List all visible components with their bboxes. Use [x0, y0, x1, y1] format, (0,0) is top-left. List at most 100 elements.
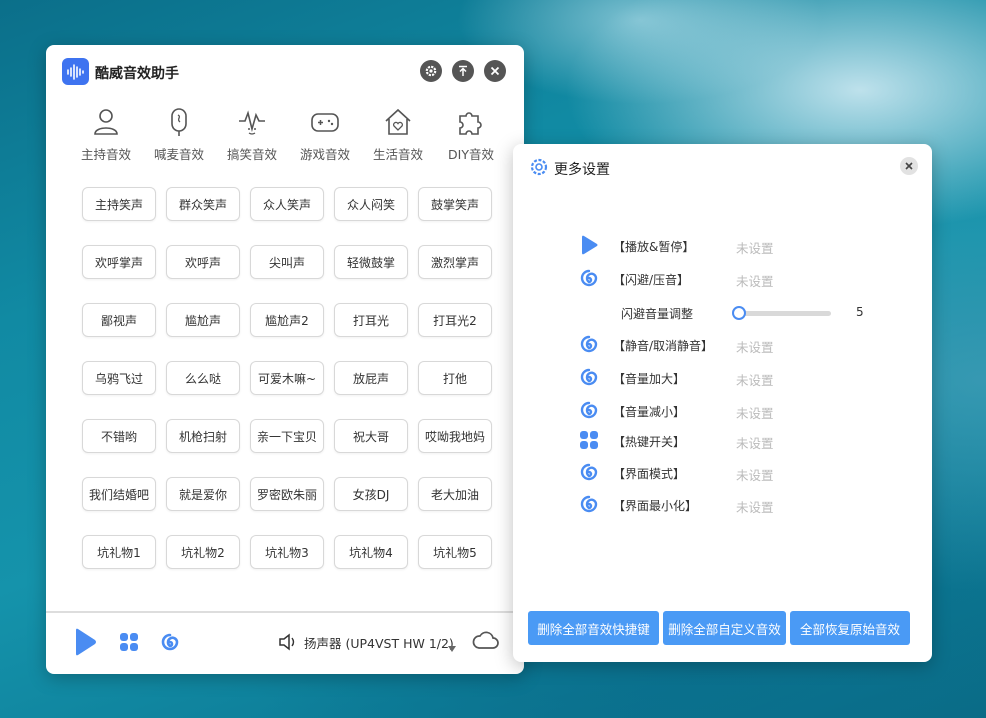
grid-icon	[580, 431, 598, 449]
close-button[interactable]	[484, 60, 506, 82]
play-icon	[582, 235, 598, 255]
setting-value[interactable]: 未设置	[736, 497, 774, 516]
setting-value[interactable]: 未设置	[736, 465, 774, 484]
sound-button[interactable]: 轻微鼓掌	[334, 245, 408, 279]
sound-button[interactable]: 不错哟	[82, 419, 156, 453]
category-shout[interactable]: 喊麦音效	[147, 107, 211, 163]
cloud-button[interactable]	[472, 629, 500, 655]
duck-volume-label: 闪避音量调整	[621, 307, 694, 321]
close-icon	[490, 66, 500, 76]
setting-row-volume-down[interactable]: 【音量减小】 未设置	[579, 400, 879, 422]
sound-button[interactable]: 乌鸦飞过	[82, 361, 156, 395]
restore-original-sounds-button[interactable]: 全部恢复原始音效	[790, 611, 910, 645]
sound-button[interactable]: 坑礼物2	[166, 535, 240, 569]
setting-row-ui-mode[interactable]: 【界面模式】 未设置	[579, 462, 879, 484]
hotkey-toggle-button[interactable]	[119, 632, 139, 656]
sound-button[interactable]: 鼓掌笑声	[418, 187, 492, 221]
gamepad-icon	[311, 113, 339, 132]
setting-label: 【音量减小】	[613, 405, 686, 419]
sound-button[interactable]: 我们结婚吧	[82, 477, 156, 511]
sound-button[interactable]: 打耳光2	[418, 303, 492, 337]
duck-volume-thumb[interactable]	[732, 306, 746, 320]
setting-label: 【播放&暂停】	[613, 240, 695, 254]
setting-row-duck[interactable]: 【闪避/压音】 未设置	[579, 268, 879, 290]
duck-volume-track[interactable]	[738, 311, 831, 316]
setting-row-play-pause[interactable]: 【播放&暂停】 未设置	[579, 235, 879, 257]
app-title: 酷威音效助手	[95, 66, 179, 82]
sound-button[interactable]: 祝大哥	[334, 419, 408, 453]
category-label: 喊麦音效	[153, 147, 204, 162]
sound-button[interactable]: 主持笑声	[82, 187, 156, 221]
sound-button[interactable]: 老大加油	[418, 477, 492, 511]
sound-button[interactable]: 机枪扫射	[166, 419, 240, 453]
arrow-up-icon	[459, 65, 467, 76]
setting-value[interactable]: 未设置	[736, 238, 774, 257]
sound-button[interactable]: 群众笑声	[166, 187, 240, 221]
sound-button[interactable]: 坑礼物4	[334, 535, 408, 569]
sound-button[interactable]: 众人笑声	[250, 187, 324, 221]
pin-top-button[interactable]	[452, 60, 474, 82]
output-device-select[interactable]: 扬声器 (UP4VST HW 1/2)	[304, 633, 454, 652]
sound-button[interactable]: 坑礼物1	[82, 535, 156, 569]
delete-all-hotkeys-button[interactable]: 删除全部音效快捷键	[528, 611, 659, 645]
sound-button[interactable]: 放屁声	[334, 361, 408, 395]
category-host[interactable]: 主持音效	[74, 107, 138, 163]
setting-label: 【热键开关】	[613, 435, 686, 449]
sound-button[interactable]: 尴尬声	[166, 303, 240, 337]
setting-value[interactable]: 未设置	[736, 433, 774, 452]
setting-label: 【音量加大】	[613, 372, 686, 386]
app-logo-icon	[62, 58, 89, 85]
home-heart-icon	[385, 108, 411, 135]
sound-button[interactable]: 尴尬声2	[250, 303, 324, 337]
category-game[interactable]: 游戏音效	[293, 107, 357, 163]
setting-row-minimize[interactable]: 【界面最小化】 未设置	[579, 494, 879, 516]
swirl-icon	[580, 335, 598, 353]
setting-row-mute[interactable]: 【静音/取消静音】 未设置	[579, 334, 879, 356]
category-label: 游戏音效	[299, 147, 350, 162]
chevron-down-icon[interactable]	[447, 638, 457, 657]
sound-button[interactable]: 么么哒	[166, 361, 240, 395]
setting-value[interactable]: 未设置	[736, 337, 774, 356]
delete-custom-sounds-button[interactable]: 删除全部自定义音效	[663, 611, 786, 645]
sound-button[interactable]: 女孩DJ	[334, 477, 408, 511]
setting-row-hotkey-toggle[interactable]: 【热键开关】 未设置	[579, 430, 879, 452]
sound-button[interactable]: 激烈掌声	[418, 245, 492, 279]
setting-value[interactable]: 未设置	[736, 271, 774, 290]
swirl-icon	[580, 495, 598, 513]
sound-button[interactable]: 坑礼物3	[250, 535, 324, 569]
category-life[interactable]: 生活音效	[366, 107, 430, 163]
close-icon	[905, 162, 913, 170]
play-icon	[76, 628, 96, 656]
sound-button[interactable]: 罗密欧朱丽	[250, 477, 324, 511]
setting-row-volume-up[interactable]: 【音量加大】 未设置	[579, 367, 879, 389]
duck-button[interactable]	[160, 632, 180, 656]
category-funny[interactable]: 搞笑音效	[220, 107, 284, 163]
sound-button[interactable]: 坑礼物5	[418, 535, 492, 569]
sound-button[interactable]: 可爱木嘛~	[250, 361, 324, 395]
sound-button[interactable]: 鄙视声	[82, 303, 156, 337]
setting-label: 【界面模式】	[613, 467, 686, 481]
sound-button[interactable]: 尖叫声	[250, 245, 324, 279]
duck-volume-value: 5	[856, 305, 864, 319]
category-label: DIY音效	[448, 147, 494, 162]
sound-button[interactable]: 众人闷笑	[334, 187, 408, 221]
sound-button[interactable]: 欢呼声	[166, 245, 240, 279]
sound-button[interactable]: 打耳光	[334, 303, 408, 337]
setting-value[interactable]: 未设置	[736, 370, 774, 389]
sound-button[interactable]: 亲一下宝贝	[250, 419, 324, 453]
main-window: 酷威音效助手 主持音效 喊麦音效 搞笑音效 游戏音效 生活音效 DIY音效 主持…	[46, 45, 524, 674]
sound-button[interactable]: 打他	[418, 361, 492, 395]
sound-button[interactable]: 欢呼掌声	[82, 245, 156, 279]
duck-volume-row: 闪避音量调整 5	[621, 303, 871, 323]
sound-button[interactable]: 就是爱你	[166, 477, 240, 511]
settings-gear-button[interactable]	[420, 60, 442, 82]
setting-value[interactable]: 未设置	[736, 403, 774, 422]
settings-window: 更多设置 【播放&暂停】 未设置 【闪避/压音】 未设置 闪避音量调整 5 【静…	[513, 144, 932, 662]
microphone-icon	[171, 108, 187, 136]
settings-title: 更多设置	[554, 162, 610, 178]
settings-close-button[interactable]	[900, 157, 918, 175]
bottom-bar: 扬声器 (UP4VST HW 1/2)	[46, 611, 524, 674]
play-button[interactable]	[73, 628, 97, 660]
category-diy[interactable]: DIY音效	[439, 107, 503, 163]
sound-button[interactable]: 哎呦我地妈	[418, 419, 492, 453]
